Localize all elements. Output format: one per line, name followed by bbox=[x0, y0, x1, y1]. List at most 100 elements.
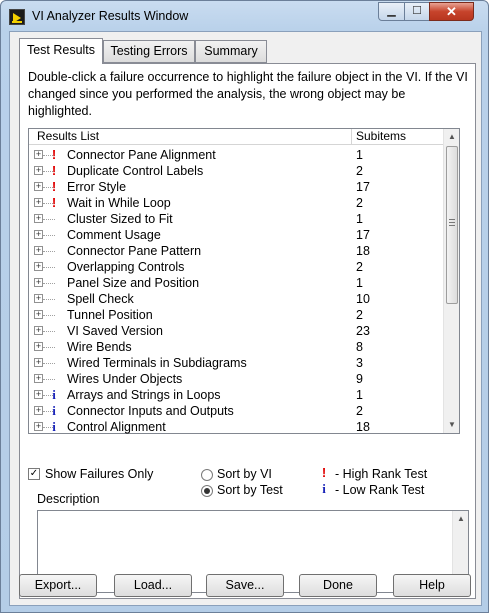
expand-icon[interactable]: + bbox=[34, 374, 43, 383]
help-button[interactable]: Help bbox=[393, 574, 471, 597]
subitems-count: 1 bbox=[356, 212, 363, 226]
test-name: Connector Pane Alignment bbox=[67, 148, 216, 162]
expand-icon[interactable]: + bbox=[34, 214, 43, 223]
test-name: Control Alignment bbox=[67, 420, 166, 434]
test-name: Wires Under Objects bbox=[67, 372, 183, 386]
results-row[interactable]: +! Connector Pane Alignment 1 bbox=[29, 147, 443, 163]
sort-by-vi-label[interactable]: Sort by VI bbox=[217, 467, 272, 481]
results-row[interactable]: + i Connector Inputs and Outputs 2 bbox=[29, 403, 443, 419]
expand-icon[interactable]: + bbox=[34, 198, 43, 207]
results-row[interactable]: + Wires Under Objects 9 bbox=[29, 371, 443, 387]
expand-icon[interactable]: + bbox=[34, 294, 43, 303]
tree-line bbox=[43, 379, 55, 380]
results-row[interactable]: + Cluster Sized to Fit 1 bbox=[29, 211, 443, 227]
results-row[interactable]: + Comment Usage 17 bbox=[29, 227, 443, 243]
tab-test-results[interactable]: Test Results bbox=[19, 38, 103, 64]
test-name: Panel Size and Position bbox=[67, 276, 200, 290]
results-row[interactable]: + Wire Bends 8 bbox=[29, 339, 443, 355]
load-button[interactable]: Load... bbox=[114, 574, 192, 597]
close-button[interactable]: ✕ bbox=[429, 2, 474, 21]
tree-line bbox=[43, 267, 55, 268]
results-row[interactable]: + Tunnel Position 2 bbox=[29, 307, 443, 323]
expand-icon[interactable]: + bbox=[34, 278, 43, 287]
results-row[interactable]: + Connector Pane Pattern 18 bbox=[29, 243, 443, 259]
tree-line bbox=[43, 251, 55, 252]
expand-icon[interactable]: + bbox=[34, 150, 43, 159]
expand-icon[interactable]: + bbox=[34, 230, 43, 239]
column-header-results-list[interactable]: Results List bbox=[29, 129, 352, 145]
test-name: Connector Pane Pattern bbox=[67, 244, 202, 258]
tree-line bbox=[43, 315, 55, 316]
tab-testing-errors[interactable]: Testing Errors bbox=[103, 40, 195, 63]
tree-line bbox=[43, 219, 55, 220]
low-rank-icon: i bbox=[52, 403, 56, 418]
scrollbar-thumb[interactable] bbox=[446, 146, 458, 304]
results-row[interactable]: + Spell Check 10 bbox=[29, 291, 443, 307]
test-name: Wired Terminals in Subdiagrams bbox=[67, 356, 247, 370]
show-failures-label[interactable]: Show Failures Only bbox=[45, 467, 153, 481]
results-row[interactable]: +! Error Style 17 bbox=[29, 179, 443, 195]
results-row[interactable]: + Wired Terminals in Subdiagrams 3 bbox=[29, 355, 443, 371]
expand-icon[interactable]: + bbox=[34, 358, 43, 367]
minimize-icon: ▁ bbox=[387, 5, 396, 17]
expand-icon[interactable]: + bbox=[34, 262, 43, 271]
sort-by-test-label[interactable]: Sort by Test bbox=[217, 483, 283, 497]
sort-by-vi-radio[interactable] bbox=[201, 469, 213, 481]
scroll-up-arrow-icon[interactable]: ▲ bbox=[444, 129, 460, 145]
save-button[interactable]: Save... bbox=[206, 574, 284, 597]
expand-icon[interactable]: + bbox=[34, 246, 43, 255]
expand-icon[interactable]: + bbox=[34, 182, 43, 191]
expand-icon[interactable]: + bbox=[34, 406, 43, 415]
window-client-area: Test Results Testing Errors Summary Doub… bbox=[9, 31, 482, 606]
test-name: Arrays and Strings in Loops bbox=[67, 388, 221, 402]
results-row[interactable]: +! Duplicate Control Labels 2 bbox=[29, 163, 443, 179]
subitems-count: 18 bbox=[356, 244, 370, 258]
results-list[interactable]: Results List Subitems +! Connector Pane A… bbox=[28, 128, 460, 434]
high-rank-icon: ! bbox=[51, 147, 57, 162]
low-rank-icon: i bbox=[322, 481, 326, 496]
minimize-button[interactable]: ▁ bbox=[378, 2, 405, 21]
expand-icon[interactable]: + bbox=[34, 166, 43, 175]
tree-line bbox=[43, 235, 55, 236]
expand-icon[interactable]: + bbox=[34, 422, 43, 431]
subitems-count: 17 bbox=[356, 228, 370, 242]
tab-summary[interactable]: Summary bbox=[195, 40, 267, 63]
tree-line bbox=[43, 331, 55, 332]
test-name: Duplicate Control Labels bbox=[67, 164, 204, 178]
maximize-button[interactable]: ☐ bbox=[404, 2, 430, 21]
results-row[interactable]: + Panel Size and Position 1 bbox=[29, 275, 443, 291]
results-row[interactable]: +! Wait in While Loop 2 bbox=[29, 195, 443, 211]
expand-icon[interactable]: + bbox=[34, 326, 43, 335]
tree-line bbox=[43, 363, 55, 364]
scroll-down-arrow-icon[interactable]: ▼ bbox=[444, 417, 460, 433]
results-header: Results List Subitems bbox=[29, 129, 443, 145]
test-name: Tunnel Position bbox=[67, 308, 153, 322]
subitems-count: 17 bbox=[356, 180, 370, 194]
test-name: Comment Usage bbox=[67, 228, 161, 242]
column-header-subitems[interactable]: Subitems bbox=[356, 129, 406, 145]
labview-app-icon bbox=[9, 9, 25, 25]
subitems-count: 2 bbox=[356, 196, 363, 210]
done-button[interactable]: Done bbox=[299, 574, 377, 597]
subitems-count: 3 bbox=[356, 356, 363, 370]
results-row[interactable]: + Overlapping Controls 2 bbox=[29, 259, 443, 275]
export-button[interactable]: Export... bbox=[19, 574, 97, 597]
expand-icon[interactable]: + bbox=[34, 342, 43, 351]
sort-by-test-radio[interactable] bbox=[201, 485, 213, 497]
subitems-count: 1 bbox=[356, 276, 363, 290]
results-row[interactable]: + i Arrays and Strings in Loops 1 bbox=[29, 387, 443, 403]
expand-icon[interactable]: + bbox=[34, 390, 43, 399]
tree-line bbox=[43, 283, 55, 284]
low-rank-legend: - Low Rank Test bbox=[335, 483, 425, 497]
show-failures-checkbox[interactable]: ✓ bbox=[28, 468, 40, 480]
test-name: Cluster Sized to Fit bbox=[67, 212, 173, 226]
expand-icon[interactable]: + bbox=[34, 310, 43, 319]
high-rank-icon: ! bbox=[321, 465, 327, 480]
results-scrollbar[interactable]: ▲ ▼ bbox=[443, 129, 459, 433]
title-bar[interactable]: VI Analyzer Results Window ▁ ☐ ✕ bbox=[1, 1, 488, 31]
results-row[interactable]: + VI Saved Version 23 bbox=[29, 323, 443, 339]
desc-scroll-up-arrow-icon[interactable]: ▲ bbox=[453, 511, 469, 527]
results-row[interactable]: + i Control Alignment 18 bbox=[29, 419, 443, 435]
vi-analyzer-results-window: VI Analyzer Results Window ▁ ☐ ✕ Test Re… bbox=[0, 0, 489, 613]
low-rank-icon: i bbox=[52, 387, 56, 402]
